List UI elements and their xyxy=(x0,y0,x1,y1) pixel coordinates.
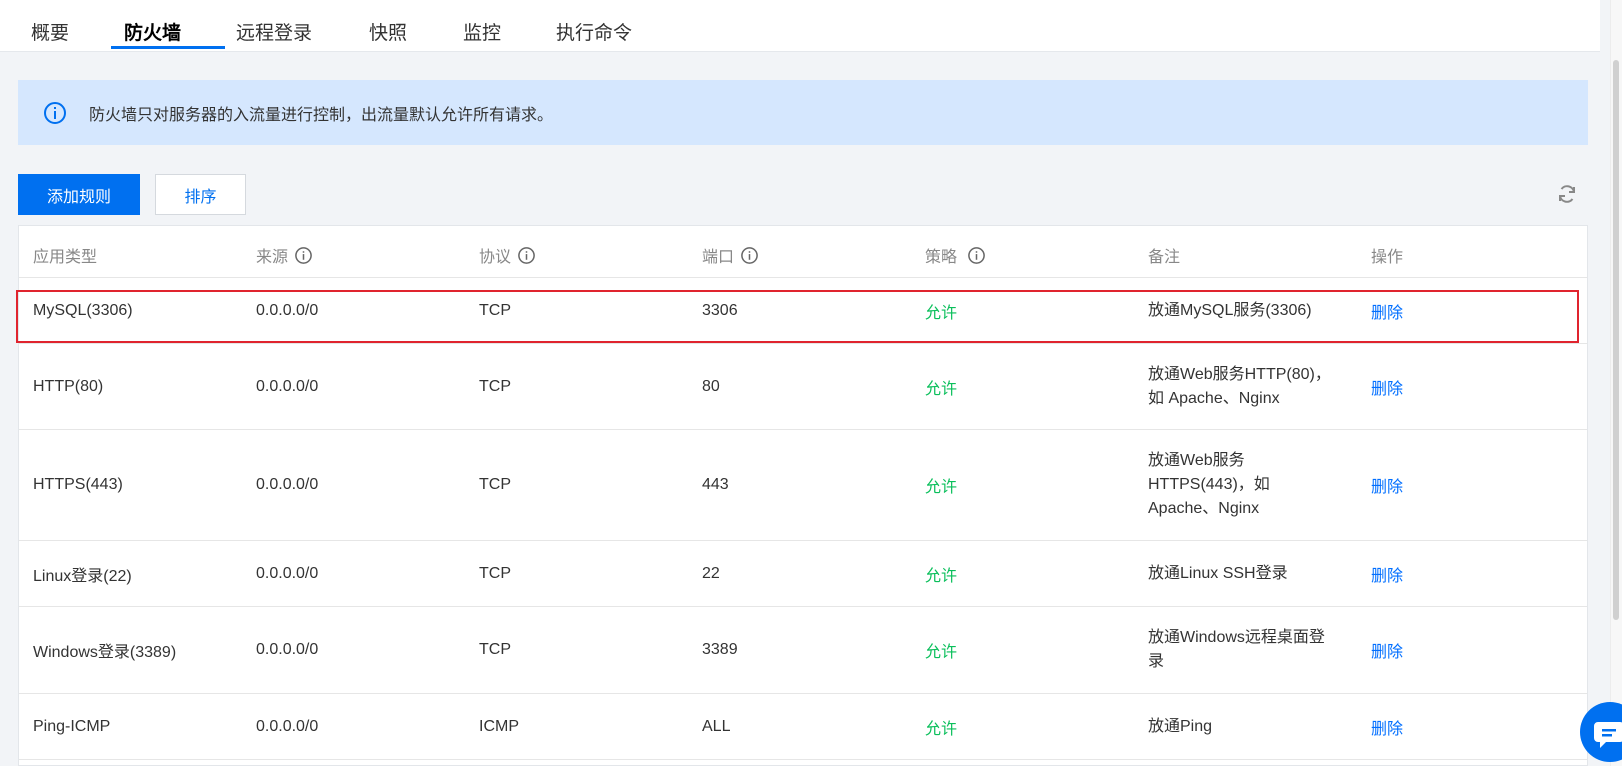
page-scrollbar[interactable] xyxy=(1610,0,1622,766)
cell-protocol: TCP xyxy=(479,377,511,395)
sort-button[interactable]: 排序 xyxy=(155,174,246,215)
info-icon xyxy=(42,100,67,125)
delete-link[interactable]: 删除 xyxy=(1371,278,1403,343)
notice-text: 防火墙只对服务器的入流量进行控制，出流量默认允许所有请求。 xyxy=(89,106,554,124)
table-row: MySQL(3306) 0.0.0.0/0 TCP 3306 允许 放通MySQ… xyxy=(19,278,1587,344)
cell-source: 0.0.0.0/0 xyxy=(256,641,319,658)
help-icon[interactable] xyxy=(294,246,313,265)
help-icon[interactable] xyxy=(740,246,759,265)
cell-note: 放通Windows远程桌面登录 xyxy=(1148,629,1325,670)
header-source: 来源 xyxy=(256,243,313,267)
firewall-rules-table: 应用类型 来源 协议 端口 策略 备注 操作 MySQL(3306) 0.0.0… xyxy=(18,225,1588,766)
header-policy: 策略 xyxy=(925,243,986,267)
cell-note: 放通Web服务HTTPS(443)，如Apache、Nginx xyxy=(1148,452,1270,517)
cell-policy: 允许 xyxy=(925,479,958,496)
cell-app-type: MySQL(3306) xyxy=(33,301,133,319)
cell-protocol: TCP xyxy=(479,564,511,582)
delete-link[interactable]: 删除 xyxy=(1371,694,1403,759)
table-row: Linux登录(22) 0.0.0.0/0 TCP 22 允许 放通Linux … xyxy=(19,541,1587,607)
help-icon[interactable] xyxy=(517,246,536,265)
cell-protocol: TCP xyxy=(479,301,511,319)
cell-port: 80 xyxy=(702,377,720,395)
tab-monitor[interactable]: 监控 xyxy=(463,18,501,45)
table-row: HTTP(80) 0.0.0.0/0 TCP 80 允许 放通Web服务HTTP… xyxy=(19,344,1587,430)
help-icon[interactable] xyxy=(967,246,986,265)
cell-protocol: TCP xyxy=(479,476,511,493)
cell-policy: 允许 xyxy=(925,380,958,398)
cell-port: 443 xyxy=(702,476,729,493)
cell-source: 0.0.0.0/0 xyxy=(256,301,319,319)
cell-port: 22 xyxy=(702,564,720,582)
cell-note: 放通Linux SSH登录 xyxy=(1148,564,1288,582)
cell-app-type: Linux登录(22) xyxy=(33,567,132,585)
header-port: 端口 xyxy=(702,243,759,267)
tab-firewall[interactable]: 防火墙 xyxy=(124,18,181,45)
tab-snapshot[interactable]: 快照 xyxy=(369,18,407,45)
scrollbar-thumb[interactable] xyxy=(1613,60,1619,620)
cell-note: 放通Ping xyxy=(1148,717,1213,735)
cell-app-type: HTTPS(443) xyxy=(33,476,123,493)
cell-policy: 允许 xyxy=(925,644,958,661)
cell-source: 0.0.0.0/0 xyxy=(256,377,319,395)
cell-app-type: HTTP(80) xyxy=(33,377,104,395)
cell-app-type: Ping-ICMP xyxy=(33,717,111,735)
header-action: 操作 xyxy=(1371,249,1404,266)
chat-support-button[interactable] xyxy=(1580,702,1622,762)
header-app-type: 应用类型 xyxy=(33,249,98,266)
delete-link[interactable]: 删除 xyxy=(1371,344,1403,429)
cell-source: 0.0.0.0/0 xyxy=(256,717,319,735)
cell-port: 3389 xyxy=(702,641,738,658)
tab-execute-command[interactable]: 执行命令 xyxy=(556,18,632,45)
chat-icon xyxy=(1594,722,1622,748)
delete-link[interactable]: 删除 xyxy=(1371,430,1403,540)
table-row: Ping-ICMP 0.0.0.0/0 ICMP ALL 允许 放通Ping 删… xyxy=(19,694,1587,760)
cell-source: 0.0.0.0/0 xyxy=(256,476,319,493)
notice-banner: 防火墙只对服务器的入流量进行控制，出流量默认允许所有请求。 xyxy=(18,80,1588,145)
cell-protocol: ICMP xyxy=(479,717,519,735)
add-rule-button[interactable]: 添加规则 xyxy=(18,174,140,215)
table-row: Windows登录(3389) 0.0.0.0/0 TCP 3389 允许 放通… xyxy=(19,607,1587,694)
delete-link[interactable]: 删除 xyxy=(1371,607,1403,693)
cell-source: 0.0.0.0/0 xyxy=(256,564,319,582)
header-note: 备注 xyxy=(1148,249,1181,266)
refresh-icon[interactable] xyxy=(1555,182,1581,208)
table-row: HTTPS(443) 0.0.0.0/0 TCP 443 允许 放通Web服务H… xyxy=(19,430,1587,541)
delete-link[interactable]: 删除 xyxy=(1371,541,1403,606)
cell-app-type: Windows登录(3389) xyxy=(33,644,177,661)
tab-remote-login[interactable]: 远程登录 xyxy=(236,18,312,45)
tab-overview[interactable]: 概要 xyxy=(31,18,69,45)
cell-protocol: TCP xyxy=(479,641,511,658)
cell-port: 3306 xyxy=(702,301,738,319)
active-tab-indicator xyxy=(111,46,225,49)
cell-policy: 允许 xyxy=(925,304,958,322)
tab-bar: 概要 防火墙 远程登录 快照 监控 执行命令 xyxy=(0,0,1600,52)
cell-note: 放通MySQL服务(3306) xyxy=(1148,301,1312,319)
cell-note: 放通Web服务HTTP(80)，如 Apache、Nginx xyxy=(1148,365,1331,407)
cell-policy: 允许 xyxy=(925,567,958,585)
table-header: 应用类型 来源 协议 端口 策略 备注 操作 xyxy=(19,226,1587,278)
cell-policy: 允许 xyxy=(925,720,958,738)
header-protocol: 协议 xyxy=(479,243,536,267)
cell-port: ALL xyxy=(702,717,731,735)
